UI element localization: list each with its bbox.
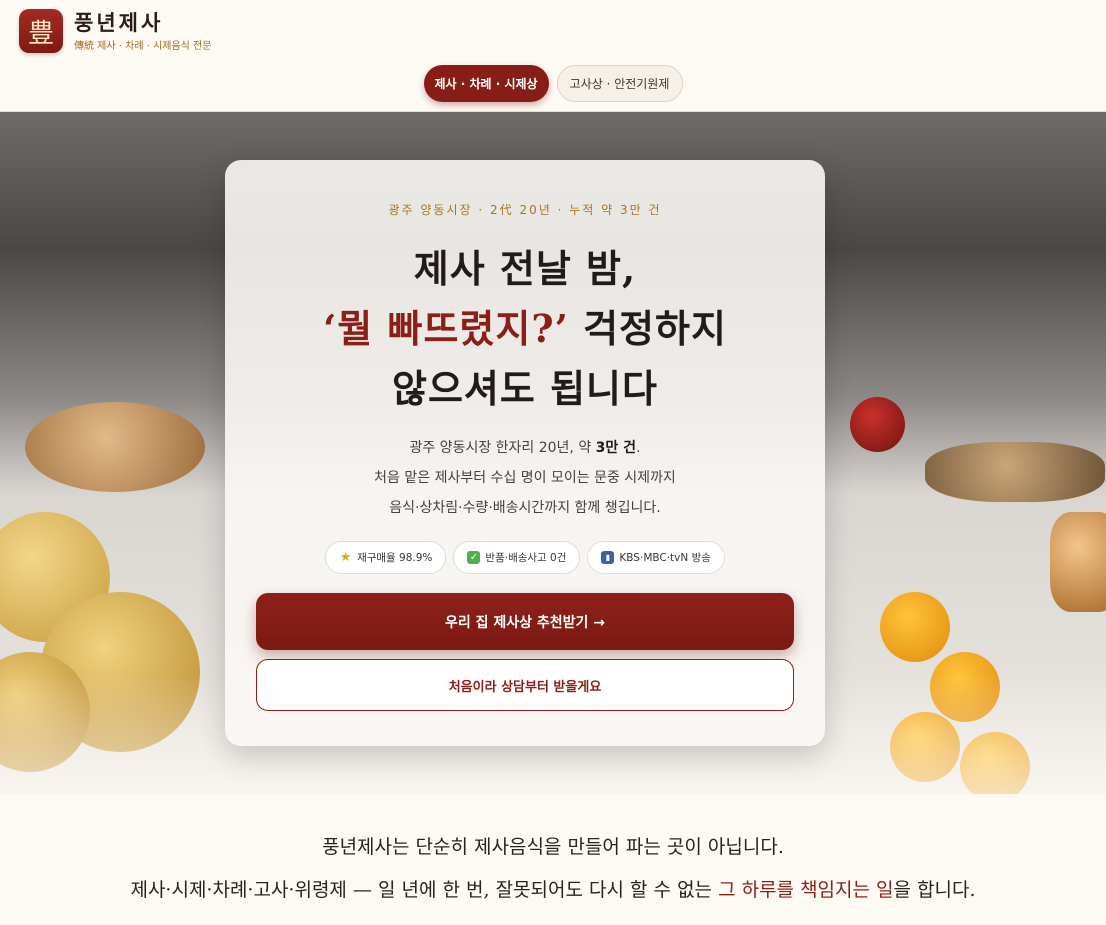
tab-gosa-anjeon-giwonje[interactable]: 고사상 · 안전기원제 bbox=[556, 65, 683, 102]
intro-line2-post: 을 합니다. bbox=[893, 879, 976, 901]
wine-cup-decoration bbox=[850, 397, 905, 452]
intro-accent: 그 하루를 책임지는 일 bbox=[718, 879, 894, 901]
brand-tagline: 傳統 제사 · 차례 · 시제음식 전문 bbox=[74, 41, 212, 52]
headline-highlight: ‘뭘 빠뜨렸지?’ bbox=[323, 306, 569, 351]
consultation-button[interactable]: 처음이라 상담부터 받을게요 bbox=[256, 659, 794, 711]
check-icon: ✓ bbox=[467, 551, 481, 564]
fish-decoration bbox=[925, 442, 1105, 502]
trust-badges: ★ 재구매율 98.9% ✓ 반품·배송사고 0건 ▮ KBS·MBC·tvN 방송 bbox=[225, 541, 825, 574]
headline-line2-rest: 걱정하지 bbox=[568, 306, 727, 351]
tab-jesa-charye-sijesang[interactable]: 제사 · 차례 · 시제상 bbox=[423, 65, 549, 102]
intro-line2-pre: 제사·시제·차례·고사·위령제 — 일 년에 한 번, 잘못되어도 다시 할 수… bbox=[130, 879, 719, 901]
description-line1: 광주 양동시장 한자리 20년, 약 3만 건. bbox=[225, 437, 825, 457]
jar-decoration bbox=[1050, 512, 1106, 612]
badge-label: 반품·배송사고 0건 bbox=[485, 552, 567, 564]
intro-line2: 제사·시제·차례·고사·위령제 — 일 년에 한 번, 잘못되어도 다시 할 수… bbox=[0, 875, 1106, 902]
chicken-decoration bbox=[25, 402, 205, 492]
hero-section: 광주 양동시장 · 2代 20년 · 누적 약 3만 건 제사 전날 밤, ‘뭘… bbox=[0, 112, 1106, 794]
description-line2: 처음 맡은 제사부터 수십 명이 모이는 문중 시제까지 bbox=[374, 470, 676, 486]
site-header: 豊 풍년제사 傳統 제사 · 차례 · 시제음식 전문 제사 · 차례 · 시제… bbox=[0, 0, 1106, 112]
hero-eyebrow: 광주 양동시장 · 2代 20년 · 누적 약 3만 건 bbox=[388, 203, 662, 217]
category-nav: 제사 · 차례 · 시제상 고사상 · 안전기원제 bbox=[0, 65, 1106, 102]
description-line3: 음식·상차림·수량·배송시간까지 함께 챙깁니다. bbox=[389, 500, 661, 516]
hero-card: 광주 양동시장 · 2代 20년 · 누적 약 3만 건 제사 전날 밤, ‘뭘… bbox=[225, 160, 825, 746]
tangerine-decoration bbox=[880, 592, 950, 662]
no-return-badge: ✓ 반품·배송사고 0건 bbox=[453, 541, 581, 574]
repurchase-badge: ★ 재구매율 98.9% bbox=[325, 541, 447, 574]
badge-label: KBS·MBC·tvN 방송 bbox=[619, 552, 711, 564]
star-icon: ★ bbox=[339, 550, 352, 565]
headline-line1: 제사 전날 밤, bbox=[413, 246, 637, 291]
broadcast-badge: ▮ KBS·MBC·tvN 방송 bbox=[587, 541, 725, 574]
headline-line3: 않으셔도 됩니다 bbox=[392, 366, 658, 411]
brand-name[interactable]: 풍년제사 bbox=[74, 7, 163, 37]
tv-icon: ▮ bbox=[601, 551, 615, 564]
logo-icon[interactable]: 豊 bbox=[19, 9, 63, 53]
recommend-table-button[interactable]: 우리 집 제사상 추천받기 → bbox=[256, 593, 794, 650]
headline-line2: ‘뭘 빠뜨렸지?’ 걱정하지 bbox=[225, 298, 825, 353]
description-line1-bold: 3만 건 bbox=[595, 440, 637, 456]
description-line1-post: . bbox=[636, 440, 641, 456]
description-line1-pre: 광주 양동시장 한자리 20년, 약 bbox=[409, 440, 596, 456]
badge-label: 재구매율 98.9% bbox=[357, 552, 433, 564]
intro-line1: 풍년제사는 단순히 제사음식을 만들어 파는 곳이 아닙니다. bbox=[322, 836, 784, 858]
